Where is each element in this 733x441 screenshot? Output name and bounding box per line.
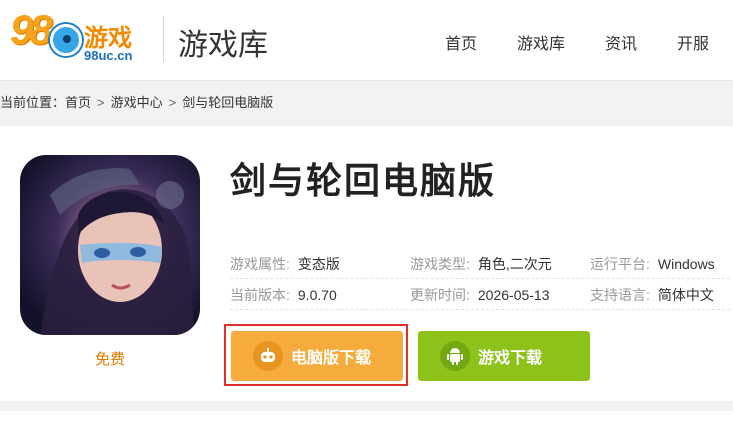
attribute-game-property: 游戏属性: 变态版 <box>230 254 340 274</box>
logo-eye-icon <box>50 24 82 56</box>
game-info-card: 免费 剑与轮回电脑版 游戏属性: 变态版 游戏类型: 角色,二次元 运行平台: Win… <box>0 126 733 401</box>
game-icon[interactable] <box>20 155 200 335</box>
attribute-label: 运行平台: <box>590 256 650 272</box>
attribute-platform: 运行平台: Windows <box>590 254 715 274</box>
nav-item-game-library[interactable]: 游戏库 <box>517 30 565 54</box>
nav-item-servers[interactable]: 开服 <box>677 30 709 54</box>
nav-item-home[interactable]: 首页 <box>445 30 477 54</box>
attribute-label: 游戏类型: <box>410 256 470 272</box>
gamepad-icon <box>253 341 283 371</box>
breadcrumb-separator: > <box>97 95 105 110</box>
attribute-update-time: 更新时间: 2026-05-13 <box>410 285 550 305</box>
site-title: 游戏库 <box>178 29 268 62</box>
site-header: 98 游戏 98uc.cn 游戏库 首页 游戏库 资讯 开服 <box>0 0 733 81</box>
game-attributes: 游戏属性: 变态版 游戏类型: 角色,二次元 运行平台: Windows 当前版本: 9… <box>230 248 730 310</box>
attribute-value: 简体中文 <box>657 287 714 303</box>
pc-download-button[interactable]: 电脑版下载 <box>231 331 403 381</box>
attribute-version: 当前版本: 9.0.70 <box>230 285 337 305</box>
game-download-button[interactable]: 游戏下载 <box>418 331 590 381</box>
game-download-label: 游戏下载 <box>478 350 543 367</box>
attribute-game-type: 游戏类型: 角色,二次元 <box>410 254 552 274</box>
price-label: 免费 <box>94 351 125 368</box>
attribute-value: 2026-05-13 <box>477 287 550 303</box>
attribute-label: 支持语言: <box>590 287 650 303</box>
attribute-label: 游戏属性: <box>230 256 290 272</box>
attribute-value: 变态版 <box>297 256 340 272</box>
main-nav: 首页 游戏库 资讯 开服 <box>445 30 733 54</box>
site-logo[interactable]: 98 游戏 98uc.cn <box>10 6 150 70</box>
breadcrumb-home[interactable]: 首页 <box>65 95 91 110</box>
logo-url: 98uc.cn <box>84 48 133 63</box>
header-divider <box>163 16 164 62</box>
android-icon <box>440 341 470 371</box>
game-title: 剑与轮回电脑版 <box>230 160 497 201</box>
next-section <box>0 411 733 441</box>
logo-number: 98 <box>10 6 53 53</box>
breadcrumb-separator: > <box>168 95 177 110</box>
pc-download-label: 电脑版下载 <box>291 350 372 367</box>
breadcrumb-prefix: 当前位置： <box>0 95 66 110</box>
breadcrumb: 当前位置：首页 > 游戏中心 > 剑与轮回电脑版 <box>0 92 273 111</box>
attribute-value: 9.0.70 <box>297 287 337 303</box>
game-icon-artwork <box>40 168 195 335</box>
breadcrumb-current[interactable]: 剑与轮回电脑版 <box>182 95 273 110</box>
nav-item-news[interactable]: 资讯 <box>605 30 637 54</box>
attribute-language: 支持语言: 简体中文 <box>590 285 714 305</box>
attribute-row: 游戏属性: 变态版 游戏类型: 角色,二次元 运行平台: Windows <box>230 248 730 279</box>
attribute-value: 角色,二次元 <box>477 256 552 272</box>
attribute-label: 当前版本: <box>230 287 290 303</box>
attribute-value: Windows <box>657 256 715 272</box>
attribute-row: 当前版本: 9.0.70 更新时间: 2026-05-13 支持语言: 简体中文 <box>230 279 730 310</box>
attribute-label: 更新时间: <box>410 287 470 303</box>
breadcrumb-game-center[interactable]: 游戏中心 <box>111 95 163 110</box>
